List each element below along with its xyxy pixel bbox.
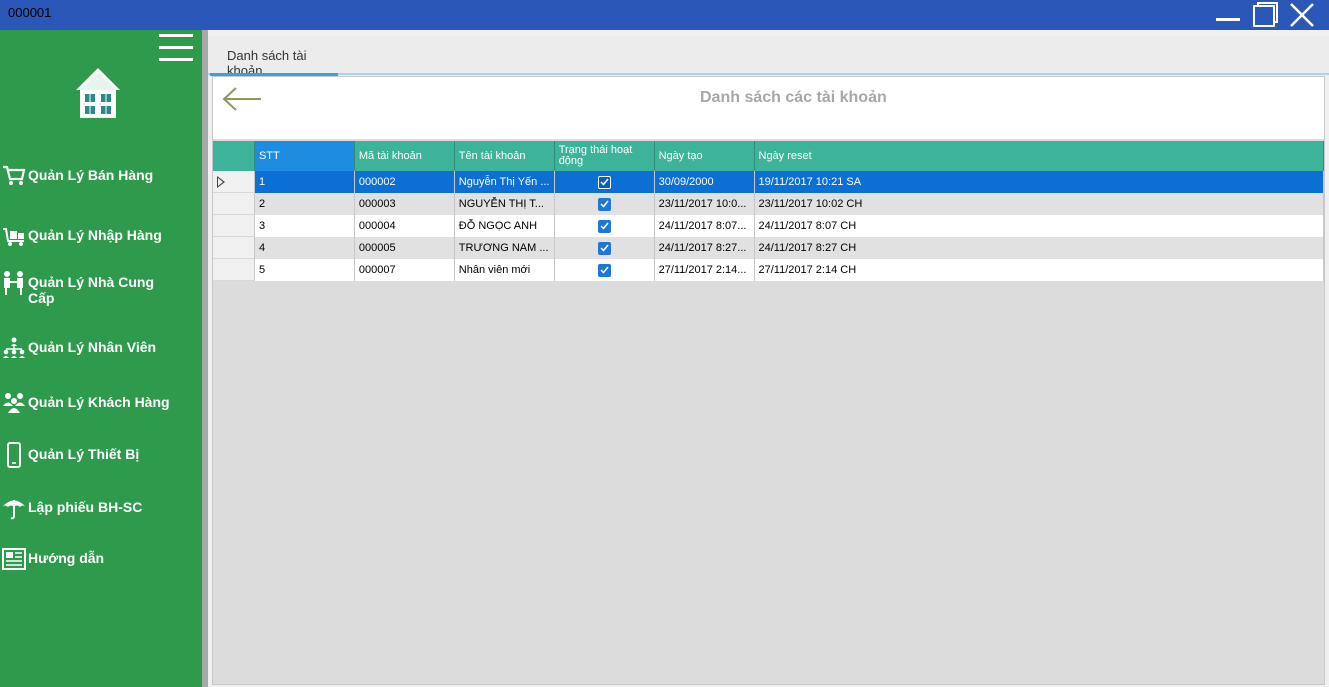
- table-header: STT Mã tài khoản Tên tài khoản Trạng thá…: [213, 141, 1324, 171]
- row-header[interactable]: [213, 259, 255, 281]
- column-header-account-name[interactable]: Tên tài khoản: [455, 141, 555, 171]
- cell-created-date[interactable]: 30/09/2000: [654, 171, 755, 193]
- table-row[interactable]: 5 000007 Nhân viên mới 27/11/2017 2:14..…: [213, 259, 1324, 281]
- row-header[interactable]: [213, 215, 255, 237]
- sidebar-item-label: Quản Lý Bán Hàng: [28, 167, 154, 183]
- maximize-icon: [1249, 2, 1279, 28]
- cell-reset-date[interactable]: 27/11/2017 2:14 CH: [754, 259, 1324, 281]
- cell-account-id[interactable]: 000002: [354, 171, 455, 193]
- cell-stt[interactable]: 5: [254, 259, 355, 281]
- cell-reset-date[interactable]: 23/11/2017 10:02 CH: [754, 193, 1324, 215]
- cell-reset-date[interactable]: 24/11/2017 8:07 CH: [754, 215, 1324, 237]
- table-row[interactable]: 1 000002 Nguyễn Thị Yến ... 30/09/2000 1…: [213, 171, 1324, 193]
- status-checkbox[interactable]: [597, 175, 611, 189]
- cell-stt[interactable]: 3: [254, 215, 355, 237]
- cell-stt[interactable]: 1: [254, 171, 355, 193]
- page-title: Danh sách các tài khoản: [700, 89, 887, 106]
- shopping-cart-icon: [1, 164, 27, 188]
- column-header-reset-date[interactable]: Ngày reset: [755, 141, 1324, 171]
- tab-account-list[interactable]: Danh sách tài khoản: [210, 41, 338, 78]
- main-content: Danh sách tài khoản Danh sách các tài kh…: [208, 30, 1329, 687]
- sidebar-item-sales[interactable]: Quản Lý Bán Hàng: [0, 164, 200, 188]
- sidebar-item-label: Quản Lý Nhà Cung Cấp: [28, 274, 154, 306]
- status-checkbox[interactable]: [597, 219, 611, 233]
- cell-status[interactable]: [554, 259, 655, 281]
- status-checkbox[interactable]: [597, 197, 611, 211]
- row-header[interactable]: [213, 237, 255, 259]
- sidebar: Quản Lý Bán Hàng Quản Lý Nhập Hàng Quản …: [0, 30, 202, 687]
- menu-toggle-button[interactable]: [159, 32, 193, 64]
- cell-created-date[interactable]: 23/11/2017 10:0...: [654, 193, 755, 215]
- tab-strip: Danh sách tài khoản: [208, 36, 1329, 78]
- minimize-button[interactable]: [1210, 0, 1246, 30]
- title-bar: 000001: [0, 0, 1329, 30]
- cell-reset-date[interactable]: 19/11/2017 10:21 SA: [754, 171, 1324, 193]
- cell-account-name[interactable]: NGUYỄN THỊ T...: [454, 193, 555, 215]
- hamburger-icon: [159, 34, 193, 37]
- cell-account-id[interactable]: 000007: [354, 259, 455, 281]
- accounts-table: STT Mã tài khoản Tên tài khoản Trạng thá…: [213, 141, 1324, 281]
- table-row[interactable]: 2 000003 NGUYỄN THỊ T... 23/11/2017 10:0…: [213, 193, 1324, 215]
- sidebar-item-employees[interactable]: Quản Lý Nhân Viên: [0, 336, 200, 360]
- tab-baseline: [208, 73, 1329, 75]
- cell-account-name[interactable]: Nhân viên mới: [454, 259, 555, 281]
- sidebar-item-label: Quản Lý Nhân Viên: [28, 339, 157, 355]
- cell-created-date[interactable]: 24/11/2017 8:07...: [654, 215, 755, 237]
- umbrella-icon: [1, 496, 27, 520]
- sidebar-item-suppliers[interactable]: Quản Lý Nhà Cung Cấp: [0, 271, 200, 306]
- cell-account-id[interactable]: 000003: [354, 193, 455, 215]
- cell-status[interactable]: [554, 215, 655, 237]
- close-button[interactable]: [1284, 0, 1320, 30]
- home-icon[interactable]: [72, 66, 124, 120]
- minimize-icon: [1214, 5, 1242, 25]
- cell-account-id[interactable]: 000004: [354, 215, 455, 237]
- table-row[interactable]: 3 000004 ĐỖ NGỌC ANH 24/11/2017 8:07... …: [213, 215, 1324, 237]
- cell-status[interactable]: [554, 171, 655, 193]
- cell-account-name[interactable]: ĐỖ NGỌC ANH: [454, 215, 555, 237]
- cell-account-name[interactable]: TRƯƠNG NAM ...: [454, 237, 555, 259]
- sidebar-item-guide[interactable]: Hướng dẫn: [0, 547, 200, 571]
- column-header-created-date[interactable]: Ngày tạo: [655, 141, 755, 171]
- sidebar-item-label: Quản Lý Nhập Hàng: [28, 227, 162, 243]
- cell-stt[interactable]: 2: [254, 193, 355, 215]
- row-header-corner: [213, 141, 255, 171]
- cell-created-date[interactable]: 24/11/2017 8:27...: [654, 237, 755, 259]
- cell-account-name[interactable]: Nguyễn Thị Yến ...: [454, 171, 555, 193]
- status-checkbox[interactable]: [597, 241, 611, 255]
- sidebar-item-label: Lập phiếu BH-SC: [28, 499, 143, 515]
- table-row[interactable]: 4 000005 TRƯƠNG NAM ... 24/11/2017 8:27.…: [213, 237, 1324, 259]
- column-header-account-id[interactable]: Mã tài khoản: [355, 141, 455, 171]
- sidebar-item-devices[interactable]: Quản Lý Thiết Bị: [0, 442, 200, 468]
- back-arrow-icon[interactable]: [221, 85, 263, 113]
- cell-status[interactable]: [554, 193, 655, 215]
- column-header-stt[interactable]: STT: [254, 141, 355, 171]
- sidebar-item-warranty[interactable]: Lập phiếu BH-SC: [0, 496, 200, 520]
- column-header-status[interactable]: Trạng thái hoạt động: [555, 141, 655, 171]
- maximize-button[interactable]: [1246, 0, 1282, 30]
- mobile-phone-icon: [1, 442, 27, 468]
- close-icon: [1289, 2, 1315, 28]
- customers-group-icon: [1, 391, 27, 415]
- row-header[interactable]: [213, 193, 255, 215]
- sidebar-item-imports[interactable]: Quản Lý Nhập Hàng: [0, 224, 200, 248]
- current-row-caret-icon: [217, 176, 225, 188]
- supplier-handshake-icon: [1, 271, 27, 295]
- newspaper-icon: [1, 547, 27, 571]
- sidebar-item-label: Quản Lý Khách Hàng: [28, 394, 170, 410]
- row-header[interactable]: [213, 171, 255, 193]
- account-list-panel: Danh sách các tài khoản STT Mã tài khoản…: [212, 76, 1325, 685]
- panel-header: Danh sách các tài khoản: [213, 77, 1324, 139]
- delivery-cart-icon: [1, 224, 27, 248]
- sidebar-item-label: Quản Lý Thiết Bị: [28, 446, 140, 462]
- cell-stt[interactable]: 4: [254, 237, 355, 259]
- window-title: 000001: [8, 5, 52, 20]
- cell-status[interactable]: [554, 237, 655, 259]
- sidebar-item-customers[interactable]: Quản Lý Khách Hàng: [0, 391, 200, 415]
- sidebar-item-label: Hướng dẫn: [28, 550, 105, 566]
- cell-reset-date[interactable]: 24/11/2017 8:27 CH: [754, 237, 1324, 259]
- employee-hierarchy-icon: [1, 336, 27, 360]
- cell-account-id[interactable]: 000005: [354, 237, 455, 259]
- cell-created-date[interactable]: 27/11/2017 2:14...: [654, 259, 755, 281]
- status-checkbox[interactable]: [597, 263, 611, 277]
